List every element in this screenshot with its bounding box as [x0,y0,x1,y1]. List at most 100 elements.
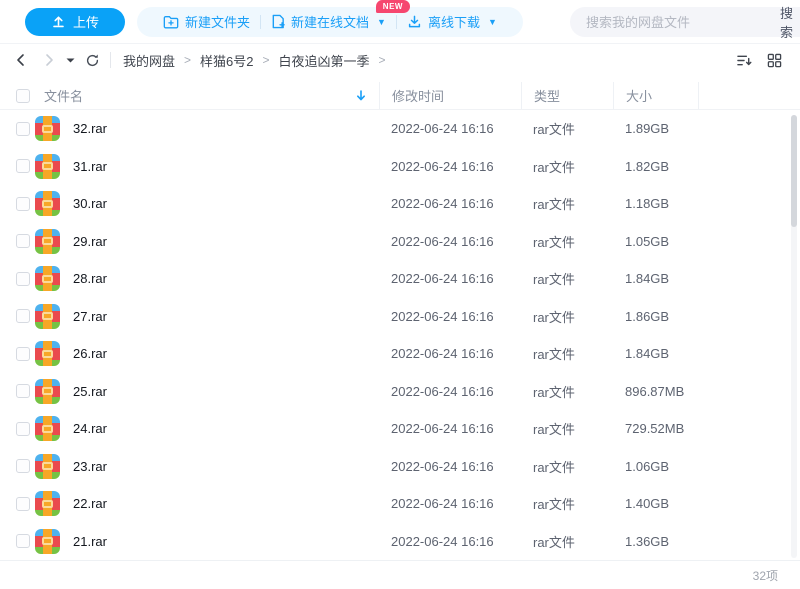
row-checkbox[interactable] [16,159,30,173]
file-type: rar文件 [521,148,613,186]
table-row[interactable]: 28.rar 2022-06-24 16:16 rar文件 1.84GB [0,260,800,298]
file-modified: 2022-06-24 16:16 [379,485,521,523]
sort-list-icon[interactable] [736,53,753,68]
table-row[interactable]: 23.rar 2022-06-24 16:16 rar文件 1.06GB [0,448,800,486]
table-row[interactable]: 24.rar 2022-06-24 16:16 rar文件 729.52MB [0,410,800,448]
file-type: rar文件 [521,223,613,261]
row-checkbox[interactable] [16,309,30,323]
row-checkbox[interactable] [16,347,30,361]
upload-icon [51,14,66,29]
file-size: 1.18GB [613,185,698,223]
file-name[interactable]: 27.rar [73,309,107,324]
breadcrumb: 我的网盘 > 样猫6号2 > 白夜追凶第一季 > [123,51,386,70]
file-name[interactable]: 22.rar [73,496,107,511]
file-name[interactable]: 25.rar [73,384,107,399]
download-icon [407,14,422,29]
file-size: 1.05GB [613,223,698,261]
row-checkbox[interactable] [16,384,30,398]
sort-desc-icon[interactable] [356,90,366,102]
header-extra [698,82,800,109]
refresh-icon[interactable] [85,53,100,68]
file-modified: 2022-06-24 16:16 [379,373,521,411]
file-size: 896.87MB [613,373,698,411]
table-row[interactable]: 32.rar 2022-06-24 16:16 rar文件 1.89GB [0,110,800,148]
file-type: rar文件 [521,373,613,411]
breadcrumb-separator: > [184,53,191,67]
search-input[interactable] [586,15,762,30]
file-size: 1.84GB [613,260,698,298]
row-checkbox[interactable] [16,534,30,548]
file-size: 1.40GB [613,485,698,523]
row-checkbox[interactable] [16,122,30,136]
file-modified: 2022-06-24 16:16 [379,148,521,186]
divider [110,52,111,68]
rar-file-icon [35,341,60,366]
back-button[interactable] [14,53,28,67]
file-name[interactable]: 32.rar [73,121,107,136]
file-name[interactable]: 28.rar [73,271,107,286]
file-modified: 2022-06-24 16:16 [379,448,521,486]
new-folder-button[interactable]: 新建文件夹 [153,12,260,31]
status-bar: 32项 [0,560,800,589]
top-toolbar: 上传 新建文件夹 NEW 新建在线文档 ▼ [0,0,800,44]
table-row[interactable]: 22.rar 2022-06-24 16:16 rar文件 1.40GB [0,485,800,523]
file-name[interactable]: 23.rar [73,459,107,474]
table-row[interactable]: 21.rar 2022-06-24 16:16 rar文件 1.36GB [0,523,800,561]
row-checkbox[interactable] [16,234,30,248]
table-row[interactable]: 31.rar 2022-06-24 16:16 rar文件 1.82GB [0,148,800,186]
row-checkbox[interactable] [16,197,30,211]
new-online-doc-label: 新建在线文档 [291,12,369,31]
file-modified: 2022-06-24 16:16 [379,110,521,148]
forward-button[interactable] [42,53,56,67]
rar-file-icon [35,529,60,554]
actions-pill: 新建文件夹 NEW 新建在线文档 ▼ 离线下载 ▼ [137,7,523,37]
grid-view-icon[interactable] [767,53,782,68]
file-size: 1.36GB [613,523,698,561]
rar-file-icon [35,491,60,516]
table-row[interactable]: 29.rar 2022-06-24 16:16 rar文件 1.05GB [0,223,800,261]
row-checkbox[interactable] [16,272,30,286]
breadcrumb-separator: > [379,53,386,67]
file-name[interactable]: 21.rar [73,534,107,549]
table-row[interactable]: 26.rar 2022-06-24 16:16 rar文件 1.84GB [0,335,800,373]
row-checkbox[interactable] [16,497,30,511]
new-online-doc-button[interactable]: NEW 新建在线文档 ▼ [261,12,396,31]
scrollbar-track[interactable] [791,115,797,558]
select-all-checkbox[interactable] [16,89,30,103]
item-count: 32项 [753,567,778,584]
breadcrumb-item-current[interactable]: 白夜追凶第一季 [279,51,370,70]
file-type: rar文件 [521,335,613,373]
rar-file-icon [35,266,60,291]
file-name[interactable]: 24.rar [73,421,107,436]
file-table: 文件名 修改时间 类型 大小 32.rar 2022-06-24 16:16 r… [0,82,800,560]
file-modified: 2022-06-24 16:16 [379,523,521,561]
file-size: 1.86GB [613,298,698,336]
file-name[interactable]: 29.rar [73,234,107,249]
search-button[interactable]: 搜索 [776,3,797,41]
offline-download-label: 离线下载 [428,12,480,31]
rar-file-icon [35,304,60,329]
table-row[interactable]: 27.rar 2022-06-24 16:16 rar文件 1.86GB [0,298,800,336]
row-checkbox[interactable] [16,422,30,436]
file-modified: 2022-06-24 16:16 [379,335,521,373]
search-box: 搜索 [570,7,800,37]
upload-button[interactable]: 上传 [25,8,125,36]
row-checkbox[interactable] [16,459,30,473]
chevron-down-icon: ▼ [377,17,386,27]
table-row[interactable]: 30.rar 2022-06-24 16:16 rar文件 1.18GB [0,185,800,223]
history-dropdown-icon[interactable] [66,57,75,64]
breadcrumb-item-root[interactable]: 我的网盘 [123,51,175,70]
file-name[interactable]: 31.rar [73,159,107,174]
rar-file-icon [35,154,60,179]
view-toggles [736,53,782,68]
file-type: rar文件 [521,448,613,486]
file-type: rar文件 [521,410,613,448]
breadcrumb-item-folder[interactable]: 样猫6号2 [200,51,253,70]
rar-file-icon [35,116,60,141]
file-name[interactable]: 30.rar [73,196,107,211]
scrollbar-thumb[interactable] [791,115,797,227]
file-modified: 2022-06-24 16:16 [379,185,521,223]
offline-download-button[interactable]: 离线下载 ▼ [397,12,507,31]
file-name[interactable]: 26.rar [73,346,107,361]
table-row[interactable]: 25.rar 2022-06-24 16:16 rar文件 896.87MB [0,373,800,411]
